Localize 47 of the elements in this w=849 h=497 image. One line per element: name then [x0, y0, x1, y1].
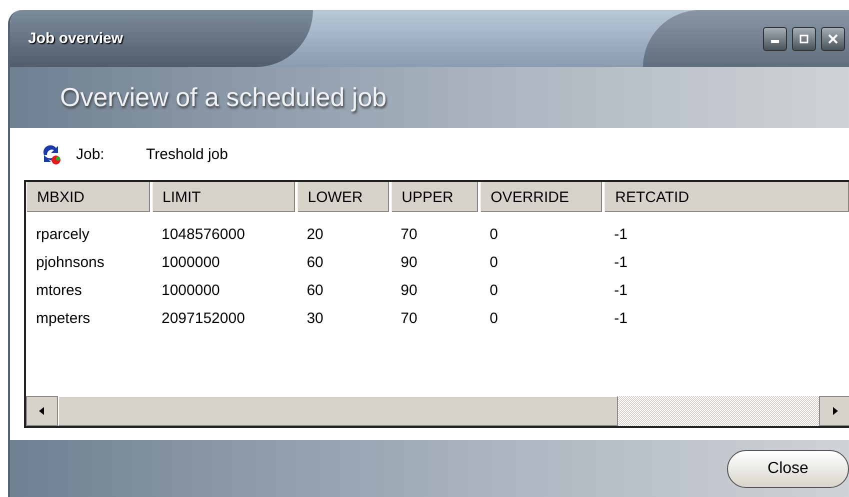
table-cell: mtores [36, 282, 82, 298]
left-arrow-icon [38, 406, 46, 416]
table-cell: 0 [490, 226, 498, 242]
table-cell: 1000000 [161, 254, 220, 270]
dialog-heading: Overview of a scheduled job [60, 82, 387, 113]
table-cell: -1 [614, 254, 628, 270]
table-cell: -1 [614, 310, 628, 326]
close-dialog-button[interactable]: Close [727, 450, 849, 488]
close-button[interactable] [821, 26, 845, 50]
column-header[interactable]: RETCATID [604, 182, 849, 212]
column-header[interactable]: LIMIT [152, 182, 297, 212]
column-header[interactable]: OVERRIDE [480, 182, 604, 212]
column-header[interactable]: MBXID [26, 182, 152, 212]
table-cell: 0 [490, 282, 498, 298]
table-cell: 90 [400, 282, 418, 298]
horizontal-scrollbar[interactable] [26, 396, 849, 426]
table-cell: rparcely [36, 226, 90, 242]
table-cell: 90 [400, 254, 418, 270]
table-cell: 2097152000 [161, 310, 245, 326]
maximize-icon [799, 34, 809, 44]
maximize-button[interactable] [792, 26, 816, 50]
right-arrow-icon [831, 406, 839, 416]
table-cell: 70 [400, 226, 418, 242]
minimize-icon [771, 40, 779, 43]
job-name: Treshold job [146, 146, 228, 162]
table-cell: 70 [400, 310, 418, 326]
table-cell: 1000000 [161, 282, 220, 298]
table-cell: mpeters [36, 310, 90, 326]
table-cell: 20 [306, 226, 324, 242]
column-header[interactable]: LOWER [296, 182, 391, 212]
window-title: Job overview [28, 30, 124, 47]
table-cell: pjohnsons [36, 254, 104, 270]
table-cell: 0 [490, 310, 498, 326]
scroll-thumb[interactable] [58, 396, 618, 426]
table-cell: 0 [490, 254, 498, 270]
scroll-right-button[interactable] [819, 396, 849, 426]
close-icon [828, 34, 838, 44]
column-header[interactable]: UPPER [390, 182, 480, 212]
table-cell: 60 [306, 254, 324, 270]
table-cell: 1048576000 [161, 226, 245, 242]
job-label: Job: [76, 146, 106, 162]
table-cell: -1 [614, 282, 628, 298]
minimize-button[interactable] [763, 26, 787, 50]
scroll-left-button[interactable] [26, 396, 58, 426]
table-cell: 60 [306, 282, 324, 298]
table-cell: -1 [614, 226, 628, 242]
table-cell: 30 [306, 310, 324, 326]
